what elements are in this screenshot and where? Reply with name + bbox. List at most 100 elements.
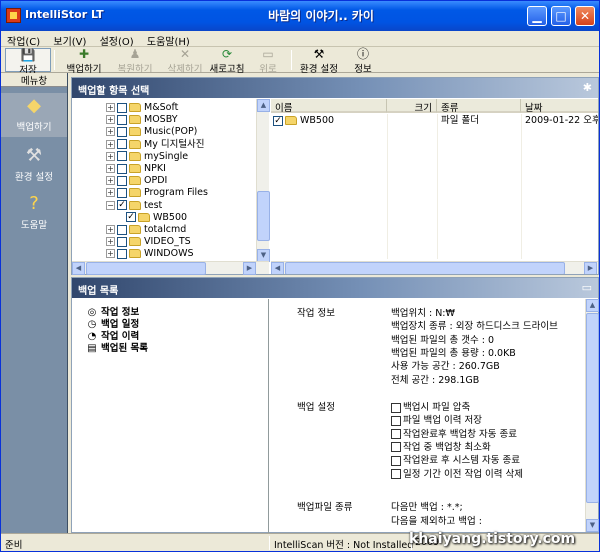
tree-item[interactable]: − ✓ test: [106, 200, 162, 212]
maximize-button[interactable]: □: [551, 6, 571, 26]
tree-checkbox[interactable]: [117, 102, 127, 113]
expand-icon[interactable]: −: [106, 200, 115, 210]
save-button[interactable]: 💾 저장: [5, 48, 51, 76]
tree-item[interactable]: + WINDOWS: [106, 248, 194, 260]
tree-item[interactable]: ✓ WB500: [126, 212, 187, 224]
setting-option[interactable]: 작업완료후 백업창 자동 종료: [391, 426, 517, 440]
settings-button[interactable]: ⚒ 환경 설정: [295, 47, 343, 76]
column-name[interactable]: 이름: [271, 99, 387, 114]
tree-checkbox[interactable]: ✓: [126, 212, 136, 223]
menu-settings[interactable]: 설정(O): [94, 31, 138, 48]
up-button[interactable]: ▭ 위로: [253, 48, 283, 76]
setting-checkbox[interactable]: [391, 429, 401, 440]
column-date[interactable]: 날짜: [521, 99, 598, 114]
list-hscrollbar[interactable]: ◀ ▶: [271, 261, 598, 274]
refresh-button[interactable]: ⟳ 새로고침: [203, 48, 251, 76]
hscroll-thumb[interactable]: [86, 262, 206, 275]
expand-icon[interactable]: +: [106, 139, 115, 149]
setting-option[interactable]: 일정 기간 이전 작업 이력 삭제: [391, 466, 523, 480]
expand-icon[interactable]: +: [106, 225, 115, 234]
tree-checkbox[interactable]: [117, 224, 127, 235]
tree-checkbox[interactable]: [117, 163, 127, 174]
menu-backed-up[interactable]: ▤ 백업된 목록: [86, 340, 148, 354]
expand-icon[interactable]: +: [106, 176, 115, 186]
tree-checkbox[interactable]: [117, 187, 127, 198]
setting-checkbox[interactable]: [391, 469, 401, 479]
expand-icon[interactable]: +: [106, 237, 115, 247]
expand-icon[interactable]: +: [106, 164, 115, 173]
nav-backup[interactable]: ◆ 백업하기: [1, 93, 67, 137]
scroll-thumb[interactable]: [257, 191, 270, 241]
tree-checkbox[interactable]: [117, 175, 127, 186]
hscroll-thumb[interactable]: [285, 262, 565, 274]
tree-item[interactable]: + Music(POP): [106, 126, 197, 138]
delete-button[interactable]: ✕ 삭제하기: [161, 48, 209, 76]
expand-icon[interactable]: +: [106, 127, 115, 137]
setting-checkbox[interactable]: [391, 455, 401, 466]
backup-icon: ✚: [78, 47, 90, 61]
menu-help[interactable]: 도움말(H): [141, 31, 194, 48]
tree-item-label: Program Files: [144, 187, 208, 199]
minimize-button[interactable]: ▁: [527, 6, 547, 26]
scroll-left-icon[interactable]: ◀: [72, 262, 85, 275]
tree-item[interactable]: + M&Soft: [106, 102, 178, 114]
scroll-right-icon[interactable]: ▶: [584, 262, 597, 274]
backup-button[interactable]: ✚ 백업하기: [59, 47, 109, 76]
scroll-up-icon[interactable]: ▲: [586, 299, 599, 312]
tree-item-label: M&Soft: [144, 102, 179, 113]
column-size[interactable]: 크기: [387, 99, 437, 114]
tree-item[interactable]: + MOSBY: [106, 114, 178, 126]
expand-icon[interactable]: +: [106, 249, 115, 259]
tree-checkbox[interactable]: [117, 236, 127, 247]
tree-checkbox[interactable]: [117, 126, 127, 137]
nav-help[interactable]: ? 도움말: [1, 191, 67, 232]
table-row[interactable]: ✓ WB500: [273, 114, 334, 127]
setting-checkbox[interactable]: [391, 415, 401, 426]
info-button[interactable]: ⓘ 정보: [349, 48, 377, 76]
tree-item[interactable]: + My 디지털사진: [106, 139, 205, 151]
job-menu: ◎ 작업 정보 ◷ 백업 일정 ◔ 작업 이력 ▤ 백업된 목록: [72, 299, 269, 538]
close-button[interactable]: ✕: [575, 6, 595, 26]
column-type[interactable]: 종류: [437, 99, 521, 114]
row-checkbox[interactable]: ✓: [273, 115, 283, 126]
setting-option[interactable]: 파일 백업 이력 저장: [391, 412, 482, 426]
scroll-up-icon[interactable]: ▲: [257, 99, 270, 112]
tree-item[interactable]: + VIDEO_TS: [106, 236, 191, 248]
expand-icon[interactable]: +: [106, 103, 115, 112]
menu-job[interactable]: 작업(C): [1, 31, 44, 48]
setting-option[interactable]: 작업완료 후 시스템 자동 종료: [391, 452, 520, 466]
tree-vscrollbar[interactable]: ▲ ▼: [256, 99, 270, 262]
tree-item[interactable]: + OPDI: [106, 175, 167, 187]
setting-checkbox[interactable]: [391, 442, 401, 453]
tree-item-label: My 디지털사진: [144, 138, 205, 150]
tree-hscrollbar[interactable]: ◀ ▶: [72, 261, 269, 275]
tree-checkbox[interactable]: [117, 114, 127, 125]
menu-view[interactable]: 보기(V): [47, 31, 90, 48]
scroll-down-icon[interactable]: ▼: [586, 519, 599, 532]
tree-checkbox[interactable]: ✓: [117, 200, 127, 211]
scroll-thumb[interactable]: [586, 313, 599, 503]
tree-item[interactable]: + mySingle: [106, 151, 188, 163]
restore-button[interactable]: ♟ 복원하기: [111, 48, 159, 76]
tree-item-label: mySingle: [144, 150, 189, 162]
expand-icon[interactable]: +: [106, 188, 115, 198]
tree-item[interactable]: + NPKI: [106, 163, 166, 175]
scroll-left-icon[interactable]: ◀: [271, 262, 284, 274]
tree-checkbox[interactable]: [117, 139, 127, 150]
tree-item[interactable]: + totalcmd: [106, 224, 186, 236]
tree-item[interactable]: + Program Files: [106, 187, 208, 199]
folder-icon: [129, 188, 141, 198]
info-vscrollbar[interactable]: ▲ ▼: [585, 299, 599, 532]
setting-option[interactable]: 작업 중 백업창 최소화: [391, 439, 491, 453]
scroll-right-icon[interactable]: ▶: [243, 262, 256, 275]
tree-checkbox[interactable]: [117, 151, 127, 162]
nav-settings[interactable]: ⚒ 환경 설정: [1, 143, 67, 184]
expand-icon[interactable]: +: [106, 115, 115, 125]
tools-icon: ⚒: [313, 47, 325, 61]
expand-icon[interactable]: +: [106, 151, 115, 161]
setting-option[interactable]: 백업시 파일 압축: [391, 399, 470, 413]
setting-checkbox[interactable]: [391, 402, 401, 413]
tree-checkbox[interactable]: [117, 248, 127, 259]
title-bar[interactable]: IntelliStor LT 바람의 이야기.. 카이 ▁ □ ✕: [1, 1, 599, 31]
folder-icon: [129, 237, 141, 247]
